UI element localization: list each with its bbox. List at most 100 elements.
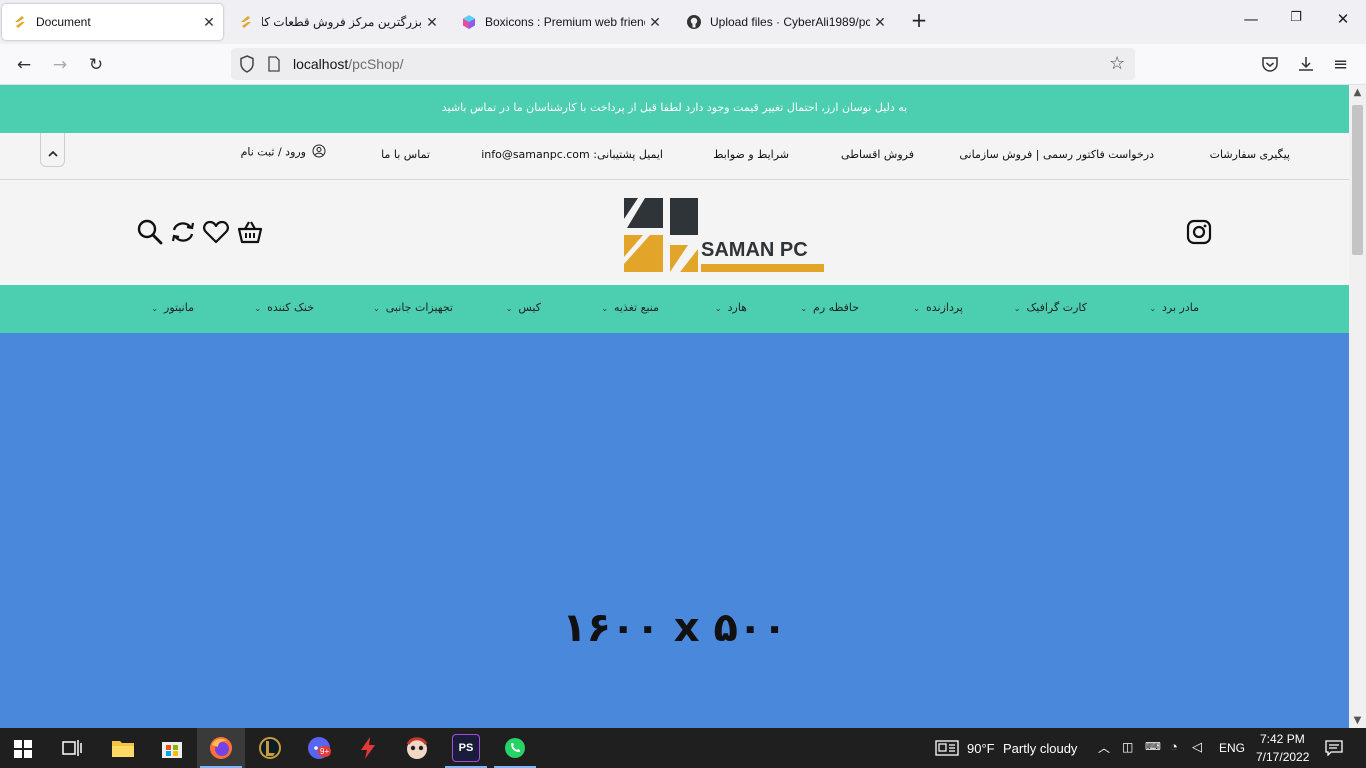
restore-button[interactable]: ❐ — [1284, 10, 1308, 34]
tab-title: Upload files · CyberAli1989/pcSh — [710, 15, 870, 29]
menu-label: پردازنده — [926, 301, 963, 314]
chevron-up-tray-icon[interactable]: ︿ — [1098, 739, 1110, 756]
menu-item-power-supply[interactable]: منبع تغذیه ⌄ — [601, 301, 659, 314]
file-explorer-icon[interactable] — [109, 734, 137, 762]
close-window-button[interactable]: ✕ — [1331, 10, 1355, 34]
search-icon[interactable] — [136, 218, 164, 246]
tab-title: بزرگترین مرکز فروش قطعات کامپ — [262, 15, 422, 29]
close-tab-icon[interactable]: ✕ — [422, 14, 442, 31]
user-circle-icon — [312, 144, 326, 161]
task-view-icon[interactable] — [62, 739, 82, 762]
reload-button[interactable]: ↻ — [83, 52, 109, 78]
back-button[interactable]: ← — [11, 52, 37, 78]
menu-label: خنک کننده — [267, 301, 314, 314]
menu-item-ram[interactable]: حافظه رم ⌄ — [800, 301, 859, 314]
menu-item-monitor[interactable]: مانیتور ⌄ — [151, 301, 194, 314]
weather-desc[interactable]: Partly cloudy — [1003, 741, 1077, 756]
menu-item-processor[interactable]: پردازنده ⌄ — [913, 301, 963, 314]
forward-button[interactable]: → — [47, 52, 73, 78]
hero-banner-placeholder[interactable]: ۱۶۰۰ x ۵۰۰ — [0, 333, 1349, 728]
notifications-icon[interactable] — [1325, 740, 1343, 761]
saman-logo-icon — [12, 14, 28, 30]
windows-taskbar: 9+ PS 90°F Partly cloudy ︿ ◫ ⌨ ◔ ◁ ENG 7… — [0, 728, 1366, 768]
address-bar[interactable]: localhost/pcShop/ ☆ — [231, 48, 1135, 80]
hamburger-menu-icon[interactable]: ≡ — [1333, 54, 1348, 75]
menu-item-case[interactable]: کیس ⌄ — [506, 301, 541, 314]
saman-logo-icon — [238, 14, 254, 30]
minimize-button[interactable]: — — [1239, 10, 1263, 34]
flash-bolt-icon[interactable] — [354, 734, 382, 762]
browser-tab-bar: Document ✕ بزرگترین مرکز فروش قطعات کامپ… — [0, 0, 1366, 44]
menu-item-cooler[interactable]: خنک کننده ⌄ — [254, 301, 314, 314]
instagram-icon[interactable] — [1186, 219, 1214, 247]
tab-github-upload[interactable]: Upload files · CyberAli1989/pcSh ✕ — [676, 4, 894, 40]
chevron-down-icon: ⌄ — [601, 304, 609, 313]
keyboard-layout-icon[interactable]: ⌨ — [1145, 740, 1161, 753]
login-label: ورود / ثبت نام — [240, 145, 306, 159]
chevron-down-icon: ⌄ — [254, 304, 262, 313]
collapse-topbar-button[interactable] — [40, 133, 65, 167]
browser-nav-bar: ← → ↻ localhost/pcShop/ ☆ ≡ — [0, 44, 1366, 85]
new-tab-button[interactable]: + — [907, 8, 931, 32]
close-tab-icon[interactable]: ✕ — [199, 14, 219, 31]
microsoft-store-icon[interactable] — [158, 734, 186, 762]
close-tab-icon[interactable]: ✕ — [870, 14, 890, 31]
windows-start-icon[interactable] — [14, 740, 32, 763]
login-register-link[interactable]: ورود / ثبت نام — [241, 144, 326, 161]
cart-basket-icon[interactable] — [236, 218, 264, 246]
support-email-text: ایمیل پشتیبانی: info@samanpc.com — [481, 148, 663, 161]
chevron-down-icon: ⌄ — [505, 304, 513, 313]
main-category-menu: مادر برد ⌄ کارت گرافیک ⌄ پردازنده ⌄ حافظه ر… — [0, 285, 1349, 333]
menu-label: تجهیزات جانبی — [385, 301, 453, 314]
invoice-request-link[interactable]: درخواست فاکتور رسمی | فروش سازمانی — [959, 148, 1154, 161]
weather-icon[interactable] — [935, 740, 959, 761]
chevron-down-icon: ⌄ — [800, 304, 808, 313]
url-path: /pcShop/ — [348, 56, 404, 72]
boxicons-icon — [461, 14, 477, 30]
bookmark-star-icon[interactable]: ☆ — [1109, 53, 1125, 74]
installments-link[interactable]: فروش اقساطی — [841, 148, 914, 161]
menu-item-hard-drive[interactable]: هارد ⌄ — [715, 301, 747, 314]
menu-label: مانیتور — [164, 301, 194, 314]
volume-icon[interactable]: ◁ — [1192, 739, 1202, 755]
scroll-down-arrow-icon[interactable]: ▼ — [1349, 715, 1366, 726]
scroll-up-arrow-icon[interactable]: ▲ — [1349, 87, 1366, 98]
contact-link[interactable]: تماس با ما — [381, 148, 430, 161]
menu-item-graphics-card[interactable]: کارت گرافیک ⌄ — [1014, 301, 1087, 314]
pocket-icon[interactable] — [1261, 56, 1279, 77]
order-tracking-link[interactable]: پیگیری سفارشات — [1210, 148, 1290, 161]
page-viewport: به دلیل نوسان ارز، احتمال تغییر قیمت وجو… — [0, 85, 1349, 728]
chevron-up-icon — [47, 147, 58, 160]
logo-text: SAMAN PC — [701, 239, 808, 261]
downloads-icon[interactable] — [1297, 55, 1315, 77]
menu-item-accessories[interactable]: تجهیزات جانبی ⌄ — [373, 301, 453, 314]
language-indicator[interactable]: ENG — [1219, 741, 1245, 755]
close-tab-icon[interactable]: ✕ — [645, 14, 665, 31]
site-logo[interactable]: SAMAN PC — [623, 197, 825, 273]
whatsapp-icon[interactable] — [501, 734, 529, 762]
url-text[interactable]: localhost/pcShop/ — [293, 56, 404, 72]
weather-temp[interactable]: 90°F — [967, 741, 995, 756]
page-scrollbar[interactable]: ▲ ▼ — [1349, 85, 1366, 728]
phpstorm-icon[interactable]: PS — [452, 734, 480, 762]
page-info-icon[interactable] — [267, 56, 281, 76]
league-of-legends-icon[interactable] — [256, 734, 284, 762]
firefox-icon[interactable] — [207, 734, 235, 762]
shield-icon[interactable] — [239, 55, 255, 77]
heart-wishlist-icon[interactable] — [202, 218, 230, 246]
compare-refresh-icon[interactable] — [169, 218, 197, 246]
meet-now-icon[interactable]: ◫ — [1122, 740, 1133, 754]
game-character-icon[interactable] — [403, 734, 431, 762]
clock-date[interactable]: 7/17/2022 — [1256, 750, 1309, 764]
tab-boxicons[interactable]: Boxicons : Premium web friendl ✕ — [451, 4, 669, 40]
site-header: SAMAN PC — [0, 180, 1349, 285]
wifi-icon[interactable]: ◔ — [1170, 739, 1178, 754]
chevron-down-icon: ⌄ — [913, 304, 920, 313]
menu-item-motherboard[interactable]: مادر برد ⌄ — [1149, 301, 1199, 314]
tab-document[interactable]: Document ✕ — [2, 4, 223, 40]
scrollbar-thumb[interactable] — [1352, 105, 1363, 255]
hero-size-text: ۱۶۰۰ x ۵۰۰ — [562, 605, 787, 651]
clock-time[interactable]: 7:42 PM — [1260, 732, 1305, 746]
terms-link[interactable]: شرایط و ضوابط — [713, 148, 789, 161]
tab-saman-shop[interactable]: بزرگترین مرکز فروش قطعات کامپ ✕ — [228, 4, 446, 40]
